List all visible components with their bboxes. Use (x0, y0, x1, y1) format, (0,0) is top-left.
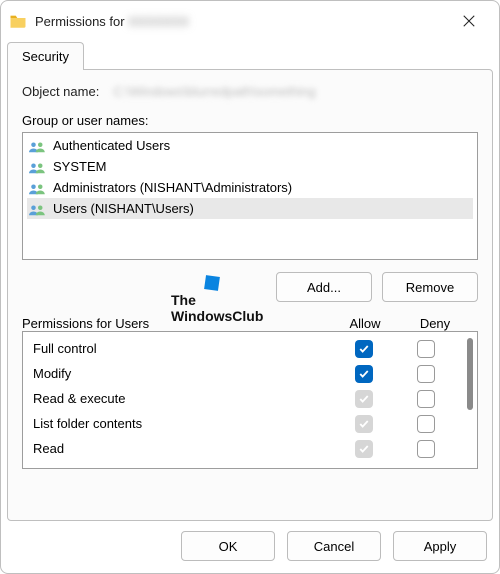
deny-column-header: Deny (400, 316, 470, 331)
users-icon (29, 202, 47, 216)
list-item[interactable]: SYSTEM (27, 156, 473, 177)
permissions-dialog: Permissions for XXXXXXX Security Object … (0, 0, 500, 574)
deny-checkbox[interactable] (417, 340, 435, 358)
allow-checkbox[interactable] (355, 415, 373, 433)
permission-name: Read & execute (29, 391, 333, 406)
list-item[interactable]: Administrators (NISHANT\Administrators) (27, 177, 473, 198)
principal-name: Administrators (NISHANT\Administrators) (53, 178, 292, 197)
allow-checkbox[interactable] (355, 390, 373, 408)
add-button[interactable]: Add... (276, 272, 372, 302)
users-icon (29, 181, 47, 195)
list-item[interactable]: Authenticated Users (27, 135, 473, 156)
object-name-row: Object name: C:\Windows\blurredpath\some… (22, 84, 478, 99)
permission-row: Full control (29, 336, 457, 361)
folder-icon (9, 12, 27, 30)
permissions-for-label: Permissions for Users (22, 316, 330, 331)
allow-checkbox[interactable] (355, 440, 373, 458)
permission-name: Modify (29, 366, 333, 381)
permission-name: Full control (29, 341, 333, 356)
allow-checkbox[interactable] (355, 340, 373, 358)
allow-column-header: Allow (330, 316, 400, 331)
tab-content: Object name: C:\Windows\blurredpath\some… (7, 69, 493, 521)
permission-row: Read (29, 436, 457, 461)
permission-row: Read & execute (29, 386, 457, 411)
principal-name: Authenticated Users (53, 136, 170, 155)
group-label: Group or user names: (22, 113, 478, 128)
deny-checkbox[interactable] (417, 365, 435, 383)
allow-checkbox[interactable] (355, 365, 373, 383)
title-blurred: XXXXXXX (128, 14, 189, 29)
dialog-buttons: OK Cancel Apply (1, 521, 499, 573)
principal-name: SYSTEM (53, 157, 106, 176)
tab-security[interactable]: Security (7, 42, 84, 70)
deny-checkbox[interactable] (417, 415, 435, 433)
permission-name: List folder contents (29, 416, 333, 431)
users-icon (29, 160, 47, 174)
object-name-label: Object name: (22, 84, 99, 99)
permissions-header: Permissions for Users Allow Deny (22, 316, 478, 331)
titlebar: Permissions for XXXXXXX (1, 1, 499, 41)
close-button[interactable] (447, 5, 491, 37)
deny-checkbox[interactable] (417, 440, 435, 458)
deny-checkbox[interactable] (417, 390, 435, 408)
permissions-scroll: Full control Modify Read & execute List … (23, 332, 463, 468)
permissions-listbox: Full control Modify Read & execute List … (22, 331, 478, 469)
ok-button[interactable]: OK (181, 531, 275, 561)
principal-name: Users (NISHANT\Users) (53, 199, 194, 218)
tabstrip: Security (1, 41, 499, 69)
remove-button[interactable]: Remove (382, 272, 478, 302)
permission-row: Modify (29, 361, 457, 386)
users-icon (29, 139, 47, 153)
principal-buttons: Add... Remove (22, 272, 478, 302)
permission-name: Read (29, 441, 333, 456)
permission-row: List folder contents (29, 411, 457, 436)
principals-listbox[interactable]: Authenticated Users SYSTEM Administrator… (22, 132, 478, 260)
cancel-button[interactable]: Cancel (287, 531, 381, 561)
scrollbar-thumb[interactable] (467, 338, 473, 410)
apply-button[interactable]: Apply (393, 531, 487, 561)
list-item[interactable]: Users (NISHANT\Users) (27, 198, 473, 219)
scrollbar[interactable] (463, 332, 477, 468)
window-title: Permissions for XXXXXXX (35, 14, 447, 29)
object-name-value: C:\Windows\blurredpath\something (113, 84, 478, 99)
